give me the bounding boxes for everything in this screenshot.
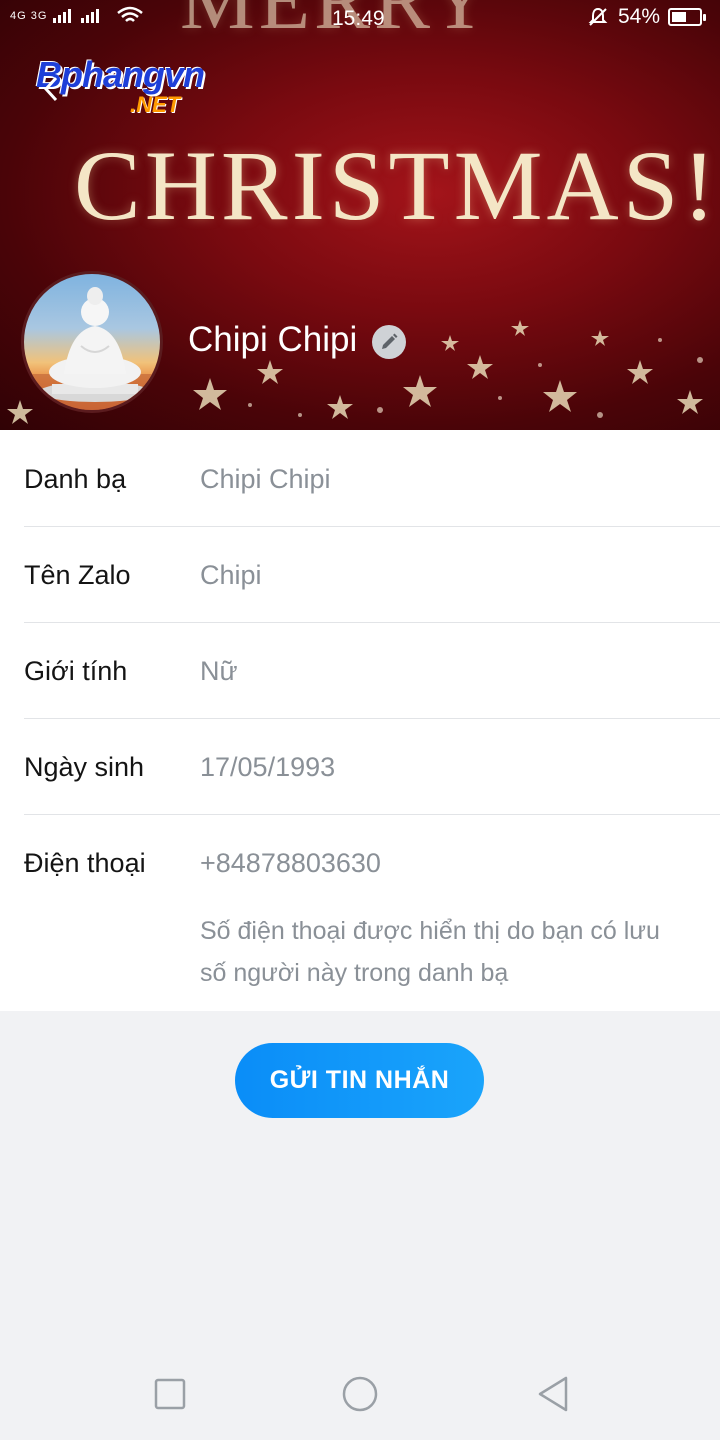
- chevron-left-icon: [43, 76, 58, 102]
- status-bar: 4G 3G 15:49 54%: [0, 0, 720, 36]
- info-row-contact: Danh bạ Chipi Chipi: [0, 430, 720, 526]
- edit-name-button[interactable]: [372, 325, 406, 359]
- profile-name: Chipi Chipi: [188, 320, 358, 359]
- watermark-suffix: .NET: [130, 92, 181, 117]
- network-indicator: 4G 3G: [10, 6, 144, 26]
- avatar[interactable]: [21, 271, 163, 413]
- vibrate-icon: [588, 7, 608, 26]
- circle-icon: [342, 1376, 378, 1412]
- send-message-button[interactable]: GỬI TIN NHẮN: [235, 1043, 484, 1118]
- battery-level: [672, 12, 687, 22]
- phone-note: Số điện thoại được hiển thị do bạn có lư…: [200, 917, 660, 987]
- info-label: Danh bạ: [24, 464, 127, 494]
- back-nav-button[interactable]: [534, 1374, 574, 1414]
- back-button[interactable]: [38, 72, 68, 106]
- info-row-gender: Giới tính Nữ: [0, 622, 720, 718]
- info-row-zalo-name: Tên Zalo Chipi: [0, 526, 720, 622]
- info-value: Nữ: [200, 656, 238, 686]
- info-value: 17/05/1993: [200, 752, 336, 782]
- square-icon: [154, 1378, 186, 1410]
- pencil-icon: [382, 333, 398, 349]
- signal-icon: [53, 9, 100, 23]
- navigation-bar: [0, 1340, 720, 1440]
- info-label: Ngày sinh: [24, 752, 145, 782]
- info-row-birthday: Ngày sinh 17/05/1993: [0, 718, 720, 814]
- info-value: Chipi: [200, 560, 262, 590]
- buddha-image: [24, 287, 160, 410]
- cover-text-main: CHRISTMAS!: [74, 130, 720, 241]
- battery-percent: 54%: [617, 5, 660, 28]
- phone-number[interactable]: +84878803630: [200, 848, 381, 879]
- triangle-back-icon: [538, 1376, 568, 1412]
- wifi-icon: [116, 6, 143, 22]
- info-row-phone: Điện thoại +84878803630 Số điện thoại đư…: [0, 814, 720, 1011]
- home-button[interactable]: [340, 1374, 380, 1414]
- clock: 15:49: [332, 7, 385, 30]
- recent-apps-button[interactable]: [150, 1374, 190, 1414]
- info-label: Tên Zalo: [24, 560, 131, 590]
- profile-info: Danh bạ Chipi Chipi Tên Zalo Chipi Giới …: [0, 430, 720, 1011]
- battery-icon: [668, 8, 706, 26]
- info-label: Điện thoại: [24, 848, 146, 878]
- info-value: Chipi Chipi: [200, 464, 331, 494]
- info-label: Giới tính: [24, 656, 128, 686]
- network-label: 4G 3G: [10, 9, 48, 22]
